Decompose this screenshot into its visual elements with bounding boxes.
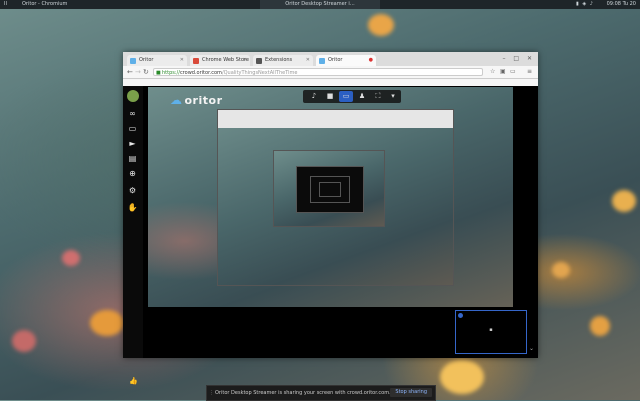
menu-icon[interactable]: ≡ bbox=[527, 68, 532, 76]
chat-icon[interactable]: ▭ bbox=[127, 123, 138, 134]
close-icon[interactable]: ✕ bbox=[306, 55, 310, 66]
system-tray-icons[interactable]: ▮ ◈ ♪ bbox=[576, 0, 594, 9]
preview-label: ▪ bbox=[489, 327, 493, 333]
hand-icon[interactable]: ✋ bbox=[127, 202, 138, 213]
shared-screen-stage: ☁ oritor ♪ ■ ▭ ♟ ⛶ ▾ bbox=[148, 87, 513, 307]
wallpaper-flower bbox=[590, 316, 610, 336]
nested-screen-level-3 bbox=[296, 166, 364, 213]
wallpaper-flower bbox=[552, 262, 570, 278]
preview-status-icon bbox=[458, 313, 463, 318]
microphone-icon[interactable]: ♪ bbox=[307, 91, 321, 102]
active-window-title: Oritor - Chromium bbox=[22, 1, 68, 7]
wallpaper-flower bbox=[12, 330, 36, 352]
close-icon[interactable]: ✕ bbox=[243, 55, 247, 66]
tab-label: Oritor bbox=[139, 57, 154, 63]
center-window-title[interactable]: Oritor Desktop Streamer i… bbox=[260, 0, 380, 9]
tab-oritor-active[interactable]: Oritor ● bbox=[316, 55, 376, 66]
stop-sharing-button[interactable]: Stop sharing bbox=[390, 388, 432, 397]
tab-label: Extensions bbox=[265, 57, 293, 63]
glasses-icon[interactable]: ∞ bbox=[127, 108, 138, 119]
nested-screen-level-5 bbox=[319, 182, 341, 197]
address-bar-row: ← → ↻ ■ https://crowd.oritor.com/Quality… bbox=[123, 66, 538, 79]
oritor-app: ∞ ▭ ► ▤ ⊕ ⚙ ✋ ☁ oritor ♪ ■ ▭ ♟ ⛶ ▾ 👍 ▪ bbox=[123, 86, 538, 385]
screen-share-icon[interactable]: ▭ bbox=[339, 91, 353, 102]
share-notice-text: Oritor Desktop Streamer is sharing your … bbox=[215, 390, 391, 396]
url-path: /QualityThingsNextAllTheTime bbox=[221, 70, 298, 76]
oritor-logo: ☁ oritor bbox=[170, 93, 223, 107]
app-sidebar: ∞ ▭ ► ▤ ⊕ ⚙ ✋ bbox=[123, 86, 143, 358]
url-scheme: https:// bbox=[162, 70, 180, 76]
forward-arrow-icon[interactable]: → bbox=[135, 67, 141, 77]
oritor-favicon-icon bbox=[130, 58, 136, 64]
avatar[interactable] bbox=[127, 90, 139, 102]
url-input[interactable]: ■ https://crowd.oritor.com/QualityThings… bbox=[153, 68, 483, 76]
wallpaper-flower bbox=[90, 310, 124, 336]
bookmark-star-icon[interactable]: ☆ bbox=[490, 68, 495, 76]
self-preview-tile[interactable]: ▪ bbox=[455, 310, 527, 354]
logo-text: oritor bbox=[184, 94, 223, 107]
workspace-indicator[interactable]: II bbox=[4, 0, 7, 9]
cast-icon[interactable]: ▭ bbox=[510, 68, 516, 76]
tab-label: Oritor bbox=[328, 57, 343, 63]
window-controls[interactable]: – □ ✕ bbox=[502, 55, 535, 62]
chevron-down-icon[interactable]: ⌄ bbox=[529, 345, 534, 352]
play-icon[interactable]: ► bbox=[127, 138, 138, 149]
thumbs-up-icon[interactable]: 👍 bbox=[129, 377, 138, 385]
screen-share-notification: ⋮ Oritor Desktop Streamer is sharing you… bbox=[206, 385, 436, 401]
gear-icon[interactable]: ⚙ bbox=[127, 185, 138, 196]
wallpaper-flower bbox=[368, 14, 394, 36]
extension-icon[interactable]: ▣ bbox=[500, 68, 506, 76]
recording-dot-icon[interactable]: ● bbox=[369, 55, 373, 66]
wallpaper-flower bbox=[62, 250, 80, 266]
fullscreen-icon[interactable]: ⛶ bbox=[371, 91, 385, 102]
tab-strip: Oritor ✕ Chrome Web Store ✕ Extensions ✕… bbox=[123, 52, 538, 66]
camera-icon[interactable]: ■ bbox=[323, 91, 337, 102]
browser-window: Oritor ✕ Chrome Web Store ✕ Extensions ✕… bbox=[123, 52, 538, 385]
clock: 09:08 Tu 20 bbox=[606, 1, 636, 7]
chevron-down-icon[interactable]: ▾ bbox=[386, 91, 400, 102]
tab-chrome-web-store[interactable]: Chrome Web Store ✕ bbox=[190, 55, 250, 66]
web-store-favicon-icon bbox=[193, 58, 199, 64]
back-arrow-icon[interactable]: ← bbox=[127, 67, 133, 77]
people-icon[interactable]: ♟ bbox=[355, 91, 369, 102]
reload-icon[interactable]: ↻ bbox=[143, 67, 149, 77]
oritor-favicon-icon bbox=[319, 58, 325, 64]
extensions-favicon-icon bbox=[256, 58, 262, 64]
lock-icon: ■ bbox=[156, 70, 161, 76]
add-icon[interactable]: ⊕ bbox=[127, 168, 138, 179]
nested-browser-chrome bbox=[218, 110, 453, 128]
wallpaper-flower bbox=[612, 190, 636, 212]
call-toolbar: ♪ ■ ▭ ♟ ⛶ ▾ bbox=[303, 90, 401, 103]
nested-screen-level-2 bbox=[273, 150, 385, 227]
nested-screen-level-1 bbox=[217, 109, 454, 286]
close-icon[interactable]: ✕ bbox=[180, 55, 184, 66]
tab-oritor[interactable]: Oritor ✕ bbox=[127, 55, 187, 66]
url-host: crowd.oritor.com bbox=[179, 70, 222, 76]
tab-extensions[interactable]: Extensions ✕ bbox=[253, 55, 313, 66]
desktop-top-bar: II Oritor - Chromium Oritor Desktop Stre… bbox=[0, 0, 640, 9]
document-icon[interactable]: ▤ bbox=[127, 153, 138, 164]
drag-handle-icon[interactable]: ⋮ bbox=[209, 386, 214, 400]
wallpaper-flower bbox=[440, 360, 484, 394]
bookmarks-bar bbox=[123, 79, 538, 86]
nested-screen-level-4 bbox=[310, 176, 350, 203]
cloud-icon: ☁ bbox=[170, 93, 183, 107]
